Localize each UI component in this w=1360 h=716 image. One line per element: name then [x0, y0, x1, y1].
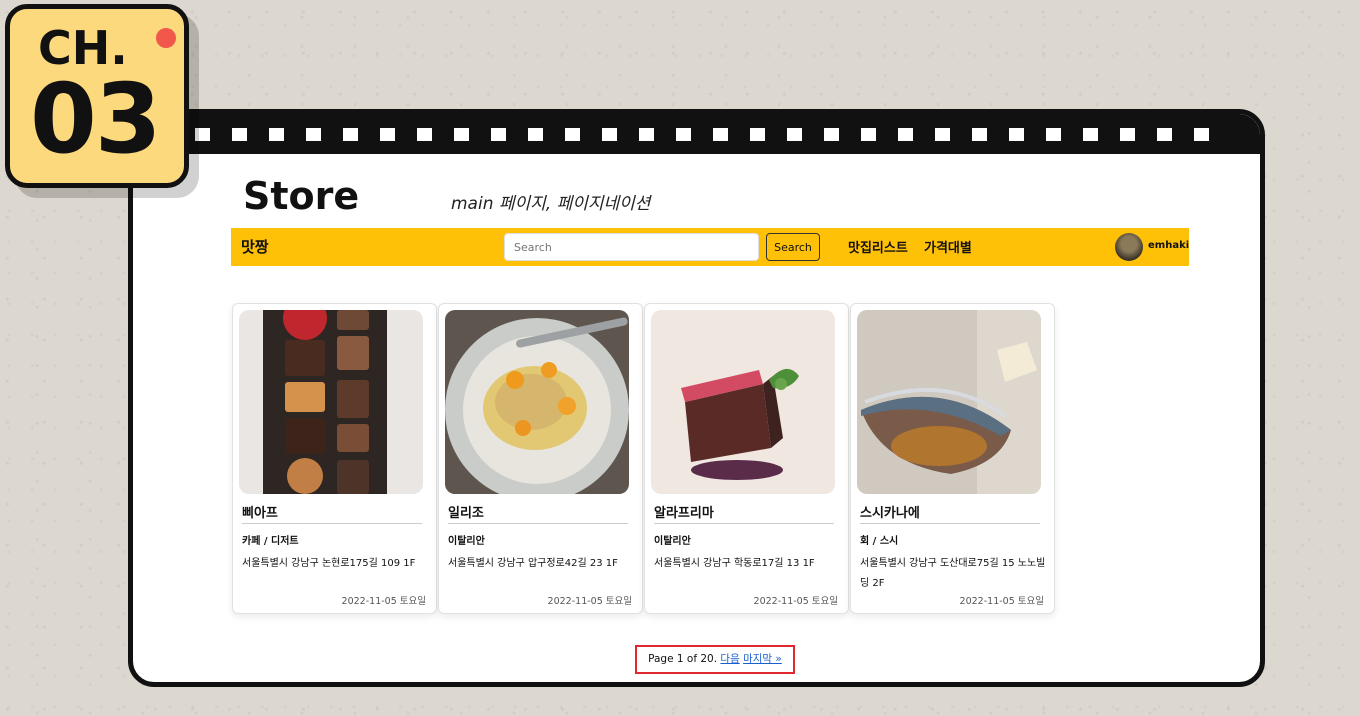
nav-link-restaurant-list[interactable]: 맛집리스트: [848, 237, 908, 256]
slide-frame: Store main 페이지, 페이지네이션 맛짱 Search 맛집리스트 가…: [128, 109, 1265, 687]
pagination: Page 1 of 20. 다음 마지막 »: [635, 645, 795, 674]
pagination-last-link[interactable]: 마지막 »: [743, 653, 782, 665]
store-name[interactable]: 알라프리마: [654, 502, 714, 521]
store-address: 서울특별시 강남구 논현로175길 109 1F: [242, 558, 416, 569]
store-date: 2022-11-05 토요일: [753, 596, 838, 607]
store-name[interactable]: 스시카나에: [860, 502, 920, 521]
pagination-next-link[interactable]: 다음: [720, 653, 739, 665]
store-address: 서울특별시 강남구 도산대로75길 15 노노빌딩 2F: [860, 558, 1046, 589]
store-name[interactable]: 삐아프: [242, 502, 278, 521]
store-date: 2022-11-05 토요일: [341, 596, 426, 607]
username[interactable]: emhaki: [1148, 240, 1189, 251]
nav-link-price-range[interactable]: 가격대별: [924, 237, 972, 256]
store-category: 카페 / 디저트: [242, 536, 299, 547]
filmstrip-border: [133, 114, 1260, 154]
store-card[interactable]: 알라프리마 이탈리안 서울특별시 강남구 학동로17길 13 1F 2022-1…: [644, 303, 849, 614]
store-category: 이탈리안: [448, 536, 485, 547]
card-divider: [448, 523, 628, 524]
store-card[interactable]: 일리조 이탈리안 서울특별시 강남구 압구정로42길 23 1F 2022-11…: [438, 303, 643, 614]
store-photo[interactable]: [239, 310, 423, 494]
store-category: 이탈리안: [654, 536, 691, 547]
record-dot-icon: [156, 28, 176, 48]
store-address: 서울특별시 강남구 압구정로42길 23 1F: [448, 558, 618, 569]
store-address: 서울특별시 강남구 학동로17길 13 1F: [654, 558, 815, 569]
store-date: 2022-11-05 토요일: [547, 596, 632, 607]
store-photo[interactable]: [651, 310, 835, 494]
store-name[interactable]: 일리조: [448, 502, 484, 521]
search-button[interactable]: Search: [766, 233, 820, 261]
navbar: 맛짱 Search 맛집리스트 가격대별 emhaki: [231, 228, 1189, 266]
store-photo[interactable]: [857, 310, 1041, 494]
card-divider: [860, 523, 1040, 524]
store-category: 회 / 스시: [860, 536, 899, 547]
store-card[interactable]: 스시카나에 회 / 스시 서울특별시 강남구 도산대로75길 15 노노빌딩 2…: [850, 303, 1055, 614]
navbar-brand[interactable]: 맛짱: [241, 236, 269, 257]
chapter-number: 03: [30, 63, 162, 175]
chapter-badge: CH. 03: [5, 4, 189, 188]
card-divider: [654, 523, 834, 524]
filmstrip-holes: [195, 128, 1209, 141]
page-subtitle: main 페이지, 페이지네이션: [451, 194, 651, 214]
store-card[interactable]: 삐아프 카페 / 디저트 서울특별시 강남구 논현로175길 109 1F 20…: [232, 303, 437, 614]
pagination-status: Page 1 of 20.: [648, 653, 718, 665]
page-title: Store: [243, 174, 360, 218]
card-divider: [242, 523, 422, 524]
store-photo[interactable]: [445, 310, 629, 494]
search-input[interactable]: [504, 233, 759, 261]
store-date: 2022-11-05 토요일: [959, 596, 1044, 607]
avatar[interactable]: [1115, 233, 1143, 261]
